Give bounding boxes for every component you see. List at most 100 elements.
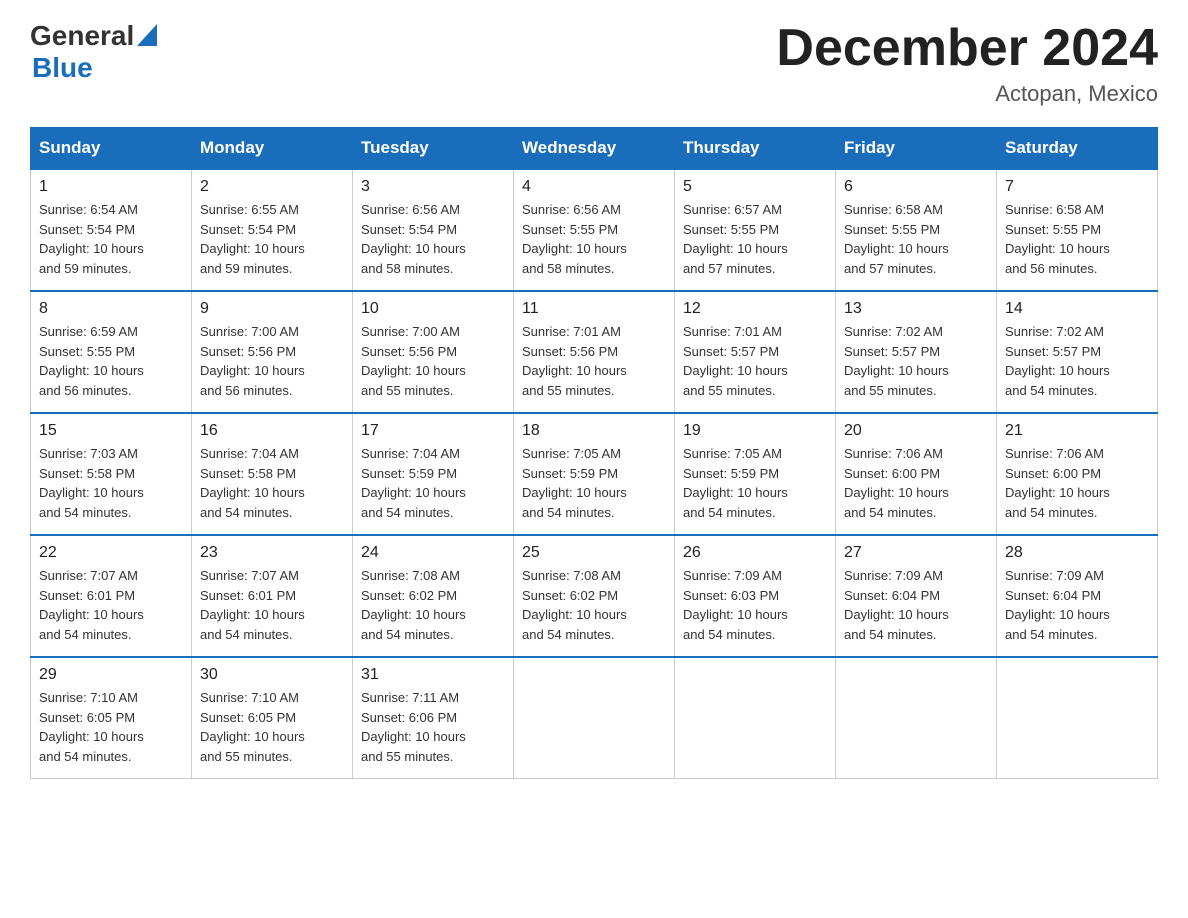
calendar-week-row: 22 Sunrise: 7:07 AMSunset: 6:01 PMDayligh… bbox=[31, 535, 1158, 657]
day-number: 1 bbox=[39, 178, 183, 196]
day-number: 28 bbox=[1005, 544, 1149, 562]
day-number: 26 bbox=[683, 544, 827, 562]
calendar-header-wednesday: Wednesday bbox=[514, 128, 675, 170]
day-info: Sunrise: 7:01 AMSunset: 5:56 PMDaylight:… bbox=[522, 322, 666, 400]
calendar-header-saturday: Saturday bbox=[997, 128, 1158, 170]
calendar-cell: 13 Sunrise: 7:02 AMSunset: 5:57 PMDayligh… bbox=[836, 291, 997, 413]
calendar-cell bbox=[836, 657, 997, 779]
day-info: Sunrise: 7:05 AMSunset: 5:59 PMDaylight:… bbox=[522, 444, 666, 522]
day-number: 30 bbox=[200, 666, 344, 684]
month-title: December 2024 bbox=[776, 20, 1158, 77]
calendar-cell bbox=[514, 657, 675, 779]
calendar-cell: 11Sunrise: 7:01 AMSunset: 5:56 PMDayligh… bbox=[514, 291, 675, 413]
calendar-cell: 7 Sunrise: 6:58 AMSunset: 5:55 PMDaylight… bbox=[997, 169, 1158, 291]
calendar-cell: 17 Sunrise: 7:04 AMSunset: 5:59 PMDayligh… bbox=[353, 413, 514, 535]
day-info: Sunrise: 7:10 AMSunset: 6:05 PMDaylight:… bbox=[39, 688, 183, 766]
day-number: 24 bbox=[361, 544, 505, 562]
day-info: Sunrise: 7:04 AMSunset: 5:59 PMDaylight:… bbox=[361, 444, 505, 522]
day-info: Sunrise: 7:11 AMSunset: 6:06 PMDaylight:… bbox=[361, 688, 505, 766]
calendar-cell: 30 Sunrise: 7:10 AMSunset: 6:05 PMDayligh… bbox=[192, 657, 353, 779]
calendar-cell: 26 Sunrise: 7:09 AMSunset: 6:03 PMDayligh… bbox=[675, 535, 836, 657]
day-info: Sunrise: 6:57 AMSunset: 5:55 PMDaylight:… bbox=[683, 200, 827, 278]
day-info: Sunrise: 7:08 AMSunset: 6:02 PMDaylight:… bbox=[361, 566, 505, 644]
day-info: Sunrise: 6:59 AMSunset: 5:55 PMDaylight:… bbox=[39, 322, 183, 400]
day-info: Sunrise: 7:09 AMSunset: 6:03 PMDaylight:… bbox=[683, 566, 827, 644]
day-info: Sunrise: 7:03 AMSunset: 5:58 PMDaylight:… bbox=[39, 444, 183, 522]
calendar-week-row: 8 Sunrise: 6:59 AMSunset: 5:55 PMDaylight… bbox=[31, 291, 1158, 413]
day-info: Sunrise: 7:06 AMSunset: 6:00 PMDaylight:… bbox=[844, 444, 988, 522]
calendar-cell: 29 Sunrise: 7:10 AMSunset: 6:05 PMDayligh… bbox=[31, 657, 192, 779]
day-info: Sunrise: 7:00 AMSunset: 5:56 PMDaylight:… bbox=[361, 322, 505, 400]
day-number: 25 bbox=[522, 544, 666, 562]
day-info: Sunrise: 7:00 AMSunset: 5:56 PMDaylight:… bbox=[200, 322, 344, 400]
day-info: Sunrise: 7:07 AMSunset: 6:01 PMDaylight:… bbox=[39, 566, 183, 644]
calendar-cell: 3Sunrise: 6:56 AMSunset: 5:54 PMDaylight… bbox=[353, 169, 514, 291]
day-number: 3 bbox=[361, 178, 505, 196]
calendar-cell: 14 Sunrise: 7:02 AMSunset: 5:57 PMDayligh… bbox=[997, 291, 1158, 413]
day-number: 6 bbox=[844, 178, 988, 196]
calendar-cell: 4 Sunrise: 6:56 AMSunset: 5:55 PMDaylight… bbox=[514, 169, 675, 291]
day-info: Sunrise: 7:01 AMSunset: 5:57 PMDaylight:… bbox=[683, 322, 827, 400]
day-number: 12 bbox=[683, 300, 827, 318]
calendar-cell: 21 Sunrise: 7:06 AMSunset: 6:00 PMDayligh… bbox=[997, 413, 1158, 535]
day-info: Sunrise: 6:58 AMSunset: 5:55 PMDaylight:… bbox=[1005, 200, 1149, 278]
day-info: Sunrise: 7:04 AMSunset: 5:58 PMDaylight:… bbox=[200, 444, 344, 522]
title-area: December 2024 Actopan, Mexico bbox=[776, 20, 1158, 107]
calendar-cell bbox=[675, 657, 836, 779]
day-number: 15 bbox=[39, 422, 183, 440]
logo-triangle-icon bbox=[137, 24, 157, 46]
calendar-header-friday: Friday bbox=[836, 128, 997, 170]
logo-blue-text: Blue bbox=[32, 52, 93, 84]
day-info: Sunrise: 7:07 AMSunset: 6:01 PMDaylight:… bbox=[200, 566, 344, 644]
day-number: 21 bbox=[1005, 422, 1149, 440]
calendar-cell: 9 Sunrise: 7:00 AMSunset: 5:56 PMDaylight… bbox=[192, 291, 353, 413]
calendar-cell: 10 Sunrise: 7:00 AMSunset: 5:56 PMDayligh… bbox=[353, 291, 514, 413]
calendar-cell: 15 Sunrise: 7:03 AMSunset: 5:58 PMDayligh… bbox=[31, 413, 192, 535]
calendar-header-row: SundayMondayTuesdayWednesdayThursdayFrid… bbox=[31, 128, 1158, 170]
location-title: Actopan, Mexico bbox=[776, 81, 1158, 107]
day-number: 22 bbox=[39, 544, 183, 562]
day-number: 19 bbox=[683, 422, 827, 440]
day-info: Sunrise: 6:56 AMSunset: 5:55 PMDaylight:… bbox=[522, 200, 666, 278]
day-number: 13 bbox=[844, 300, 988, 318]
calendar-cell: 20Sunrise: 7:06 AMSunset: 6:00 PMDayligh… bbox=[836, 413, 997, 535]
day-info: Sunrise: 7:10 AMSunset: 6:05 PMDaylight:… bbox=[200, 688, 344, 766]
day-info: Sunrise: 6:55 AMSunset: 5:54 PMDaylight:… bbox=[200, 200, 344, 278]
logo-general-text: General bbox=[30, 20, 134, 52]
calendar-cell: 28Sunrise: 7:09 AMSunset: 6:04 PMDayligh… bbox=[997, 535, 1158, 657]
calendar-cell: 6 Sunrise: 6:58 AMSunset: 5:55 PMDaylight… bbox=[836, 169, 997, 291]
calendar-cell: 27Sunrise: 7:09 AMSunset: 6:04 PMDayligh… bbox=[836, 535, 997, 657]
day-number: 8 bbox=[39, 300, 183, 318]
logo: General Blue bbox=[30, 20, 157, 84]
day-number: 14 bbox=[1005, 300, 1149, 318]
calendar-cell: 12 Sunrise: 7:01 AMSunset: 5:57 PMDayligh… bbox=[675, 291, 836, 413]
day-number: 29 bbox=[39, 666, 183, 684]
day-info: Sunrise: 6:54 AMSunset: 5:54 PMDaylight:… bbox=[39, 200, 183, 278]
day-number: 2 bbox=[200, 178, 344, 196]
calendar-header-monday: Monday bbox=[192, 128, 353, 170]
day-info: Sunrise: 7:08 AMSunset: 6:02 PMDaylight:… bbox=[522, 566, 666, 644]
calendar-header-sunday: Sunday bbox=[31, 128, 192, 170]
calendar-cell: 31 Sunrise: 7:11 AMSunset: 6:06 PMDayligh… bbox=[353, 657, 514, 779]
day-number: 16 bbox=[200, 422, 344, 440]
day-info: Sunrise: 7:05 AMSunset: 5:59 PMDaylight:… bbox=[683, 444, 827, 522]
calendar-header-thursday: Thursday bbox=[675, 128, 836, 170]
day-number: 17 bbox=[361, 422, 505, 440]
day-number: 10 bbox=[361, 300, 505, 318]
calendar-table: SundayMondayTuesdayWednesdayThursdayFrid… bbox=[30, 127, 1158, 779]
day-number: 5 bbox=[683, 178, 827, 196]
header: General Blue December 2024 Actopan, Mexi… bbox=[30, 20, 1158, 107]
day-info: Sunrise: 7:02 AMSunset: 5:57 PMDaylight:… bbox=[844, 322, 988, 400]
day-number: 9 bbox=[200, 300, 344, 318]
calendar-cell: 19 Sunrise: 7:05 AMSunset: 5:59 PMDayligh… bbox=[675, 413, 836, 535]
calendar-week-row: 15 Sunrise: 7:03 AMSunset: 5:58 PMDayligh… bbox=[31, 413, 1158, 535]
day-number: 7 bbox=[1005, 178, 1149, 196]
calendar-cell: 24 Sunrise: 7:08 AMSunset: 6:02 PMDayligh… bbox=[353, 535, 514, 657]
day-number: 31 bbox=[361, 666, 505, 684]
calendar-week-row: 1 Sunrise: 6:54 AMSunset: 5:54 PMDaylight… bbox=[31, 169, 1158, 291]
day-info: Sunrise: 7:06 AMSunset: 6:00 PMDaylight:… bbox=[1005, 444, 1149, 522]
calendar-cell: 8 Sunrise: 6:59 AMSunset: 5:55 PMDaylight… bbox=[31, 291, 192, 413]
day-number: 4 bbox=[522, 178, 666, 196]
day-info: Sunrise: 7:02 AMSunset: 5:57 PMDaylight:… bbox=[1005, 322, 1149, 400]
day-info: Sunrise: 6:58 AMSunset: 5:55 PMDaylight:… bbox=[844, 200, 988, 278]
